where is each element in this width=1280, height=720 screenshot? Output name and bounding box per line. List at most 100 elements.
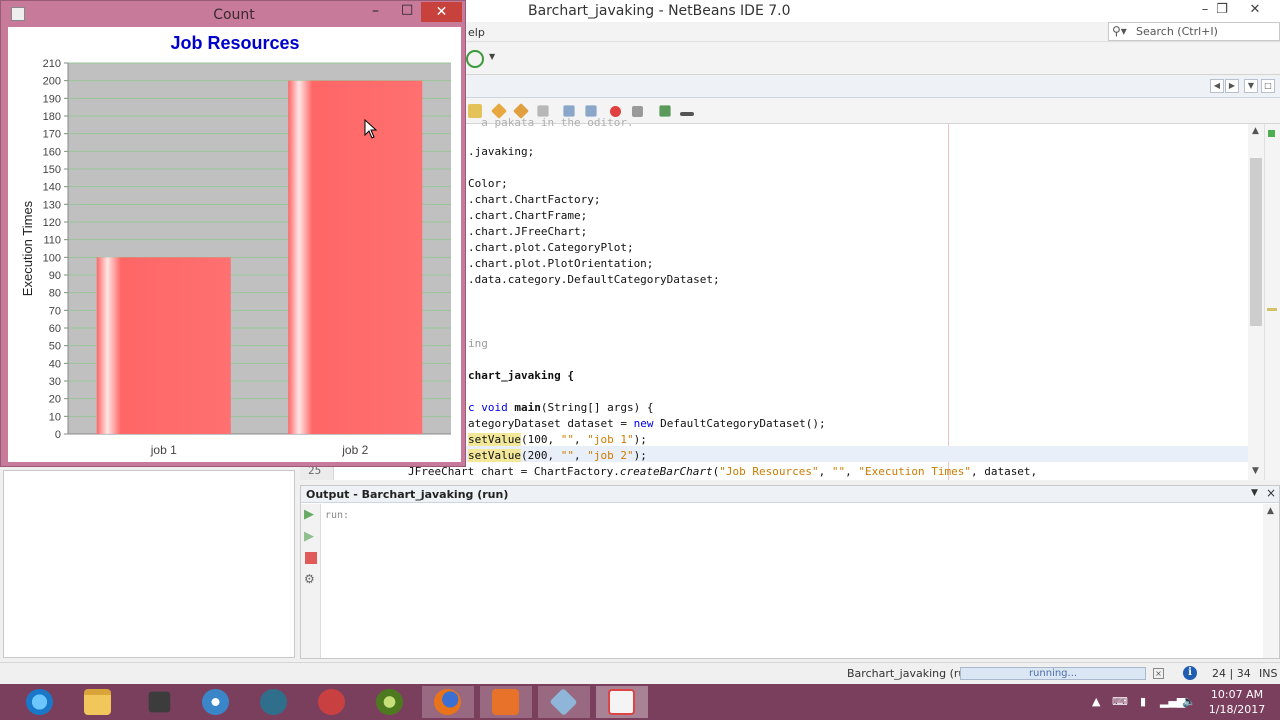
code-line-setvalue-2: setValue(200, "", "job 2"); bbox=[468, 449, 647, 462]
chart-frame-window: Count – □ ✕ Job Resources 0 10 20 30 40 50 60 70… bbox=[0, 0, 466, 467]
show-hidden-icons-icon[interactable]: ▲ bbox=[1092, 695, 1100, 708]
search-input[interactable]: ⚲▾ Search (Ctrl+I) bbox=[1108, 22, 1280, 41]
code-line-cut: a pakata in the oditor. bbox=[468, 116, 634, 129]
speaker-icon[interactable]: 🔈 bbox=[1182, 695, 1196, 708]
close-icon[interactable]: × bbox=[1266, 486, 1276, 500]
search-placeholder: Search (Ctrl+I) bbox=[1136, 25, 1218, 38]
y-tick-label: 50 bbox=[49, 341, 61, 353]
progress-bar[interactable]: running... bbox=[960, 667, 1146, 680]
document-list-icon[interactable]: ▼ bbox=[1244, 79, 1258, 93]
taskbar-video-app[interactable] bbox=[248, 686, 300, 718]
taskbar-screenshot-tool[interactable] bbox=[480, 686, 532, 718]
menu-help[interactable]: elp bbox=[468, 26, 485, 39]
code-token: "Execution Times" bbox=[858, 465, 971, 478]
chart-panel[interactable]: Job Resources 0 10 20 30 40 50 60 70 80 90 100 110 12… bbox=[8, 27, 461, 462]
file-explorer-icon bbox=[84, 689, 111, 715]
code-token: DefaultCategoryDataset(); bbox=[653, 417, 826, 430]
code-token: new bbox=[633, 417, 654, 430]
maximize-icon[interactable]: □ bbox=[401, 2, 413, 17]
keyboard-icon[interactable]: ⌨ bbox=[1112, 695, 1128, 708]
stop-macro-icon[interactable] bbox=[632, 106, 643, 117]
y-tick-label: 20 bbox=[49, 394, 61, 406]
profile-icon[interactable] bbox=[466, 50, 484, 68]
settings-icon[interactable]: ⚙ bbox=[304, 572, 318, 586]
taskbar-virtualbox[interactable] bbox=[538, 686, 590, 718]
taskbar-firefox[interactable] bbox=[422, 686, 474, 718]
output-text: run: bbox=[325, 510, 350, 521]
cancel-task-icon[interactable]: × bbox=[1153, 668, 1164, 679]
scroll-up-icon[interactable]: ▲ bbox=[1267, 506, 1274, 516]
scrollbar-thumb[interactable] bbox=[1250, 158, 1262, 326]
output-title: Output - Barchart_javaking (run) bbox=[306, 488, 509, 501]
comment-icon[interactable] bbox=[659, 105, 671, 117]
shift-right-icon[interactable] bbox=[585, 105, 597, 117]
y-axis-label: Execution Times bbox=[20, 200, 35, 296]
x-tick-label: job 2 bbox=[341, 443, 368, 457]
taskbar-itunes[interactable] bbox=[364, 686, 416, 718]
clock[interactable]: 10:07 AM 1/18/2017 bbox=[1200, 687, 1274, 717]
stop-icon[interactable] bbox=[305, 552, 317, 564]
virtualbox-icon bbox=[549, 687, 578, 717]
code-token: "" bbox=[831, 465, 846, 478]
close-icon[interactable]: ✕ bbox=[1240, 0, 1270, 20]
code-line: chart_javaking { bbox=[468, 369, 574, 382]
error-stripe-mark[interactable] bbox=[1267, 308, 1277, 311]
code-token: setValue bbox=[468, 433, 521, 446]
taskbar-internet-explorer[interactable] bbox=[14, 686, 66, 718]
rerun-icon[interactable]: ▶ bbox=[304, 508, 318, 522]
scroll-left-icon[interactable]: ◀ bbox=[1210, 79, 1224, 93]
output-scrollbar[interactable]: ▲ bbox=[1263, 504, 1279, 658]
code-line: .data.category.DefaultCategoryDataset; bbox=[468, 273, 720, 286]
code-line: .chart.plot.PlotOrientation; bbox=[468, 257, 654, 270]
java-icon bbox=[608, 689, 635, 715]
shift-left-icon[interactable] bbox=[563, 105, 575, 117]
taskbar-java[interactable] bbox=[596, 686, 648, 718]
code-token: "" bbox=[560, 449, 574, 462]
battery-icon[interactable]: ▮ bbox=[1140, 695, 1146, 708]
insert-mode: INS bbox=[1259, 667, 1278, 680]
window-menu-icon[interactable]: ▼ bbox=[1251, 488, 1258, 498]
output-window: Output - Barchart_javaking (run) ▼ × ▶ ▶… bbox=[300, 485, 1280, 659]
y-tick-label: 60 bbox=[49, 323, 61, 335]
clock-time: 10:07 AM bbox=[1210, 688, 1264, 701]
taskbar-dvd-player[interactable] bbox=[190, 686, 242, 718]
close-icon[interactable]: ✕ bbox=[421, 2, 462, 22]
output-header: Output - Barchart_javaking (run) ▼ × bbox=[301, 486, 1279, 503]
y-tick-label: 40 bbox=[49, 358, 61, 370]
uncomment-icon[interactable] bbox=[680, 112, 694, 116]
chevron-down-icon[interactable]: ▼ bbox=[489, 52, 495, 61]
code-line-setvalue-1: setValue(100, "", "job 1"); bbox=[468, 433, 647, 446]
network-tool-icon bbox=[148, 691, 171, 713]
running-task-label[interactable]: Barchart_javaking (run) bbox=[847, 667, 977, 680]
y-tick-label: 0 bbox=[55, 429, 61, 441]
ide-window-title: Barchart_javaking - NetBeans IDE 7.0 bbox=[528, 3, 791, 19]
chart-window-title: Count bbox=[213, 7, 255, 23]
minimize-icon[interactable]: – bbox=[372, 3, 379, 19]
scroll-up-icon[interactable]: ▲ bbox=[1252, 126, 1259, 136]
error-stripe[interactable] bbox=[1264, 124, 1280, 480]
code-token: , bbox=[573, 433, 588, 446]
screenshot-tool-icon bbox=[492, 689, 519, 715]
maximize-icon[interactable]: □ bbox=[1261, 79, 1275, 93]
code-line-main: c void main(String[] args) { bbox=[468, 401, 653, 414]
y-tick-label: 100 bbox=[43, 252, 61, 264]
y-tick-label: 10 bbox=[49, 411, 61, 423]
mouse-cursor bbox=[364, 119, 378, 139]
restore-icon[interactable]: ❐ bbox=[1207, 0, 1237, 20]
editor-scrollbar[interactable]: ▲ ▼ bbox=[1248, 124, 1264, 480]
taskbar-audio-recorder[interactable] bbox=[306, 686, 358, 718]
code-line: .chart.plot.CategoryPlot; bbox=[468, 241, 634, 254]
scroll-down-icon[interactable]: ▼ bbox=[1252, 466, 1259, 476]
notifications-icon[interactable]: i bbox=[1183, 666, 1197, 680]
taskbar-network-tool[interactable] bbox=[134, 686, 186, 718]
chart-titlebar[interactable]: Count – □ ✕ bbox=[1, 1, 465, 27]
rerun-different-params-icon[interactable]: ▶ bbox=[304, 530, 318, 544]
bar-chart: Job Resources 0 10 20 30 40 50 60 70 80 90 100 110 12… bbox=[20, 33, 451, 457]
taskbar-file-explorer[interactable] bbox=[72, 686, 124, 718]
y-tick-label: 170 bbox=[43, 129, 61, 141]
code-line: .javaking; bbox=[468, 145, 535, 158]
code-token: (200, bbox=[520, 449, 561, 462]
y-tick-label: 70 bbox=[49, 305, 61, 317]
scroll-right-icon[interactable]: ▶ bbox=[1225, 79, 1239, 93]
toggle-bookmark-icon[interactable] bbox=[537, 105, 549, 117]
